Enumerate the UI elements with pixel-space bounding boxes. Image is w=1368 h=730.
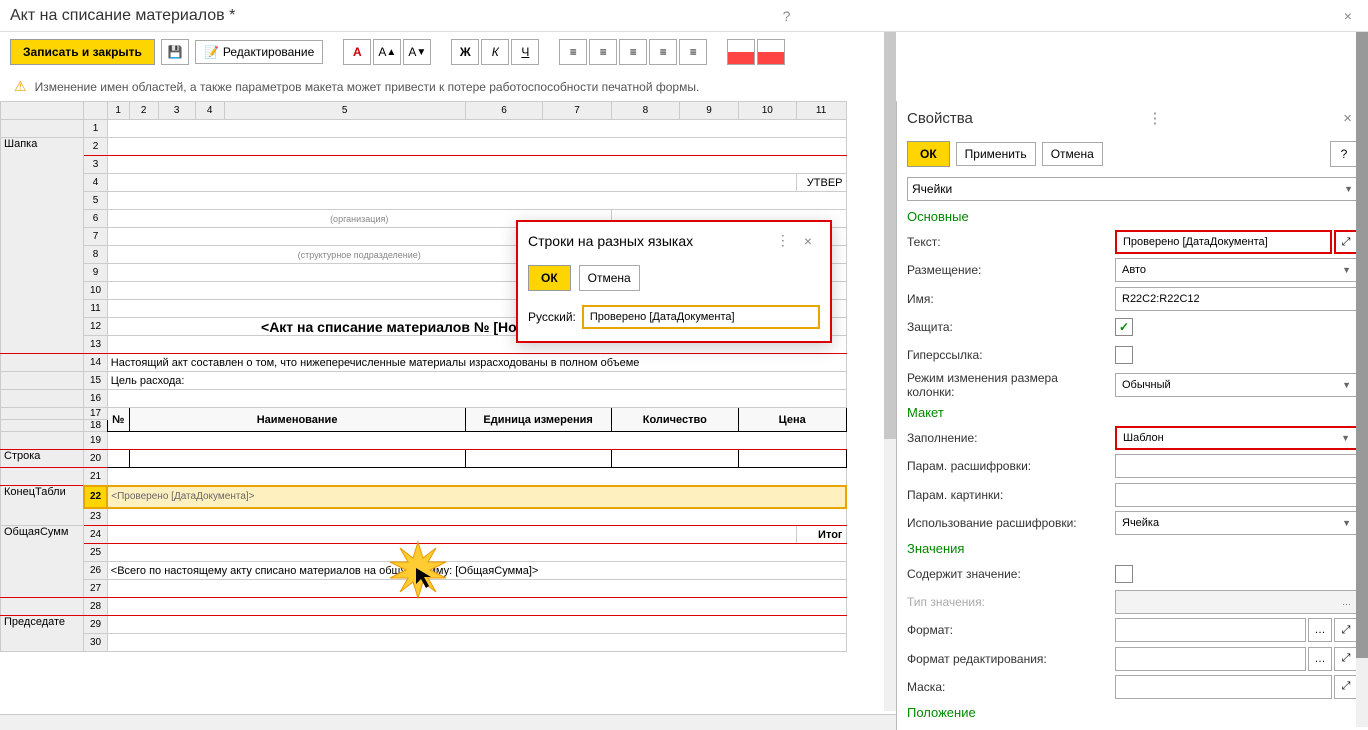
warning-text: Изменение имен областей, а также парамет… [35, 80, 700, 94]
expand-icon[interactable]: ⤢ [1334, 675, 1358, 699]
italic-button[interactable]: К [481, 39, 509, 65]
vertical-scrollbar[interactable] [884, 32, 896, 711]
prop-decrypt-input[interactable] [1115, 454, 1358, 478]
properties-panel: Свойства ⋮ × ОК Применить Отмена ? Ячейк… [896, 101, 1368, 730]
titlebar: Акт на списание материалов * ? × [0, 0, 1368, 32]
prop-place-select[interactable]: Авто▼ [1115, 258, 1358, 282]
prop-pic-input[interactable] [1115, 483, 1358, 507]
lang-label: Русский: [528, 310, 576, 324]
warning-bar: ⚠ Изменение имен областей, а также парам… [0, 72, 1368, 101]
props-selector[interactable]: Ячейки▼ [907, 177, 1358, 201]
section-osnov: Основные [897, 205, 1368, 228]
bold-button[interactable]: Ж [451, 39, 479, 65]
prop-text-input[interactable]: Проверено [ДатаДокумента] [1115, 230, 1332, 254]
prop-hyper-checkbox[interactable] [1115, 346, 1133, 364]
edit-icon: 📝 [204, 45, 219, 59]
warning-icon: ⚠ [14, 78, 27, 95]
prop-format-input[interactable] [1115, 618, 1306, 642]
section-position: Положение [897, 701, 1368, 724]
language-dialog: Строки на разных языках ⋮ × ОК Отмена Ру… [516, 220, 832, 343]
toolbar: Записать и закрыть 💾 📝Редактирование A A… [0, 32, 1368, 72]
ellipsis-icon[interactable]: … [1308, 618, 1332, 642]
area-stroka[interactable]: Строка [1, 450, 84, 468]
lang-menu-icon[interactable]: ⋮ [770, 230, 796, 251]
props-close-icon[interactable]: × [1337, 108, 1358, 129]
prop-name-input[interactable]: R22C2:R22C12 [1115, 287, 1358, 311]
expand-icon[interactable]: ⤢ [1334, 647, 1358, 671]
align-justify-button[interactable]: ≡ [649, 39, 677, 65]
ellipsis-icon[interactable]: … [1308, 647, 1332, 671]
align-left-button[interactable]: ≡ [559, 39, 587, 65]
underline-button[interactable]: Ч [511, 39, 539, 65]
props-cancel-button[interactable]: Отмена [1042, 142, 1103, 166]
prop-protect-checkbox[interactable]: ✓ [1115, 318, 1133, 336]
font-inc-button[interactable]: A▲ [373, 39, 401, 65]
close-icon[interactable]: × [1338, 6, 1358, 26]
prop-mask-input[interactable] [1115, 675, 1332, 699]
expand-icon[interactable]: ⤢ [1334, 618, 1358, 642]
horizontal-scrollbar[interactable] [0, 714, 896, 730]
font-dec-button[interactable]: A▼ [403, 39, 431, 65]
save-icon-button[interactable]: 💾 [161, 39, 189, 65]
lang-close-icon[interactable]: × [796, 231, 820, 251]
lang-cancel-button[interactable]: Отмена [579, 265, 640, 291]
font-color-button[interactable]: A [343, 39, 371, 65]
help-icon[interactable]: ? [777, 6, 797, 26]
edit-button[interactable]: 📝Редактирование [195, 40, 323, 64]
color-1-button[interactable] [727, 39, 755, 65]
prop-format-edit-input[interactable] [1115, 647, 1306, 671]
area-predsed[interactable]: Председате [1, 616, 84, 652]
area-obschaya[interactable]: ОбщаяСумм [1, 526, 84, 598]
props-menu-icon[interactable]: ⋮ [1142, 107, 1169, 129]
prop-fill-select[interactable]: Шаблон▼ [1115, 426, 1358, 450]
prop-resize-select[interactable]: Обычный▼ [1115, 373, 1358, 397]
prop-type-input: … [1115, 590, 1358, 614]
lang-dialog-title: Строки на разных языках [528, 233, 693, 249]
props-apply-button[interactable]: Применить [956, 142, 1036, 166]
spreadsheet-area[interactable]: 1 2 3 4 5 6 7 8 9 10 11 1 Шапка2 3 4УТВЕ… [0, 101, 896, 730]
lang-ok-button[interactable]: ОК [528, 265, 571, 291]
doc-title: Акт на списание материалов * [10, 7, 235, 25]
align-top-button[interactable]: ≡ [679, 39, 707, 65]
prop-contains-checkbox[interactable] [1115, 565, 1133, 583]
props-ok-button[interactable]: ОК [907, 141, 950, 167]
section-values: Значения [897, 537, 1368, 560]
lang-input[interactable] [582, 305, 820, 329]
save-close-button[interactable]: Записать и закрыть [10, 39, 155, 65]
cursor-burst-decoration [388, 540, 448, 603]
area-shapka[interactable]: Шапка [1, 138, 84, 354]
align-center-button[interactable]: ≡ [589, 39, 617, 65]
expand-icon[interactable]: ⤢ [1334, 230, 1358, 254]
color-2-button[interactable] [757, 39, 785, 65]
props-scrollbar[interactable] [1356, 32, 1368, 727]
props-title: Свойства [907, 110, 973, 127]
props-help-button[interactable]: ? [1330, 141, 1358, 167]
section-maket: Макет [897, 401, 1368, 424]
area-konets[interactable]: КонецТабли [1, 486, 84, 526]
prop-decrypt-use-select[interactable]: Ячейка▼ [1115, 511, 1358, 535]
selected-row[interactable]: КонецТабли22<Проверено [ДатаДокумента]> [1, 486, 847, 508]
align-right-button[interactable]: ≡ [619, 39, 647, 65]
